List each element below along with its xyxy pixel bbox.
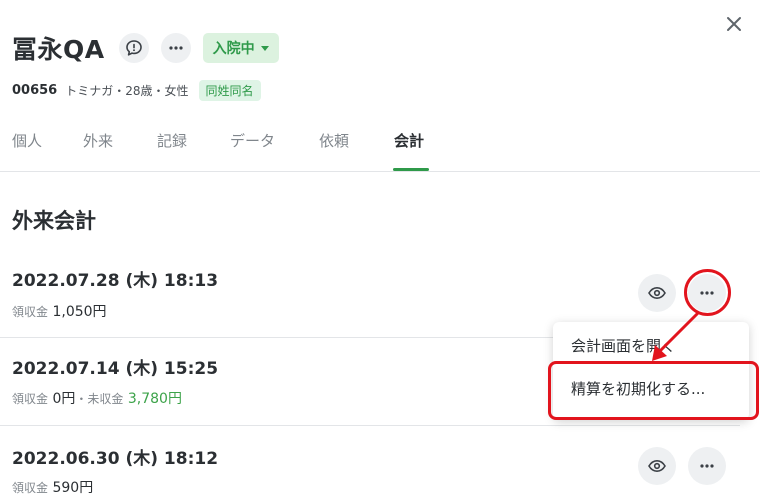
patient-panel: 冨永QA 入院中 00656 トミナガ・28歳・女性 同姓同名 個人 外来 記録… xyxy=(0,0,776,503)
annotation-arrow-icon xyxy=(652,312,699,361)
